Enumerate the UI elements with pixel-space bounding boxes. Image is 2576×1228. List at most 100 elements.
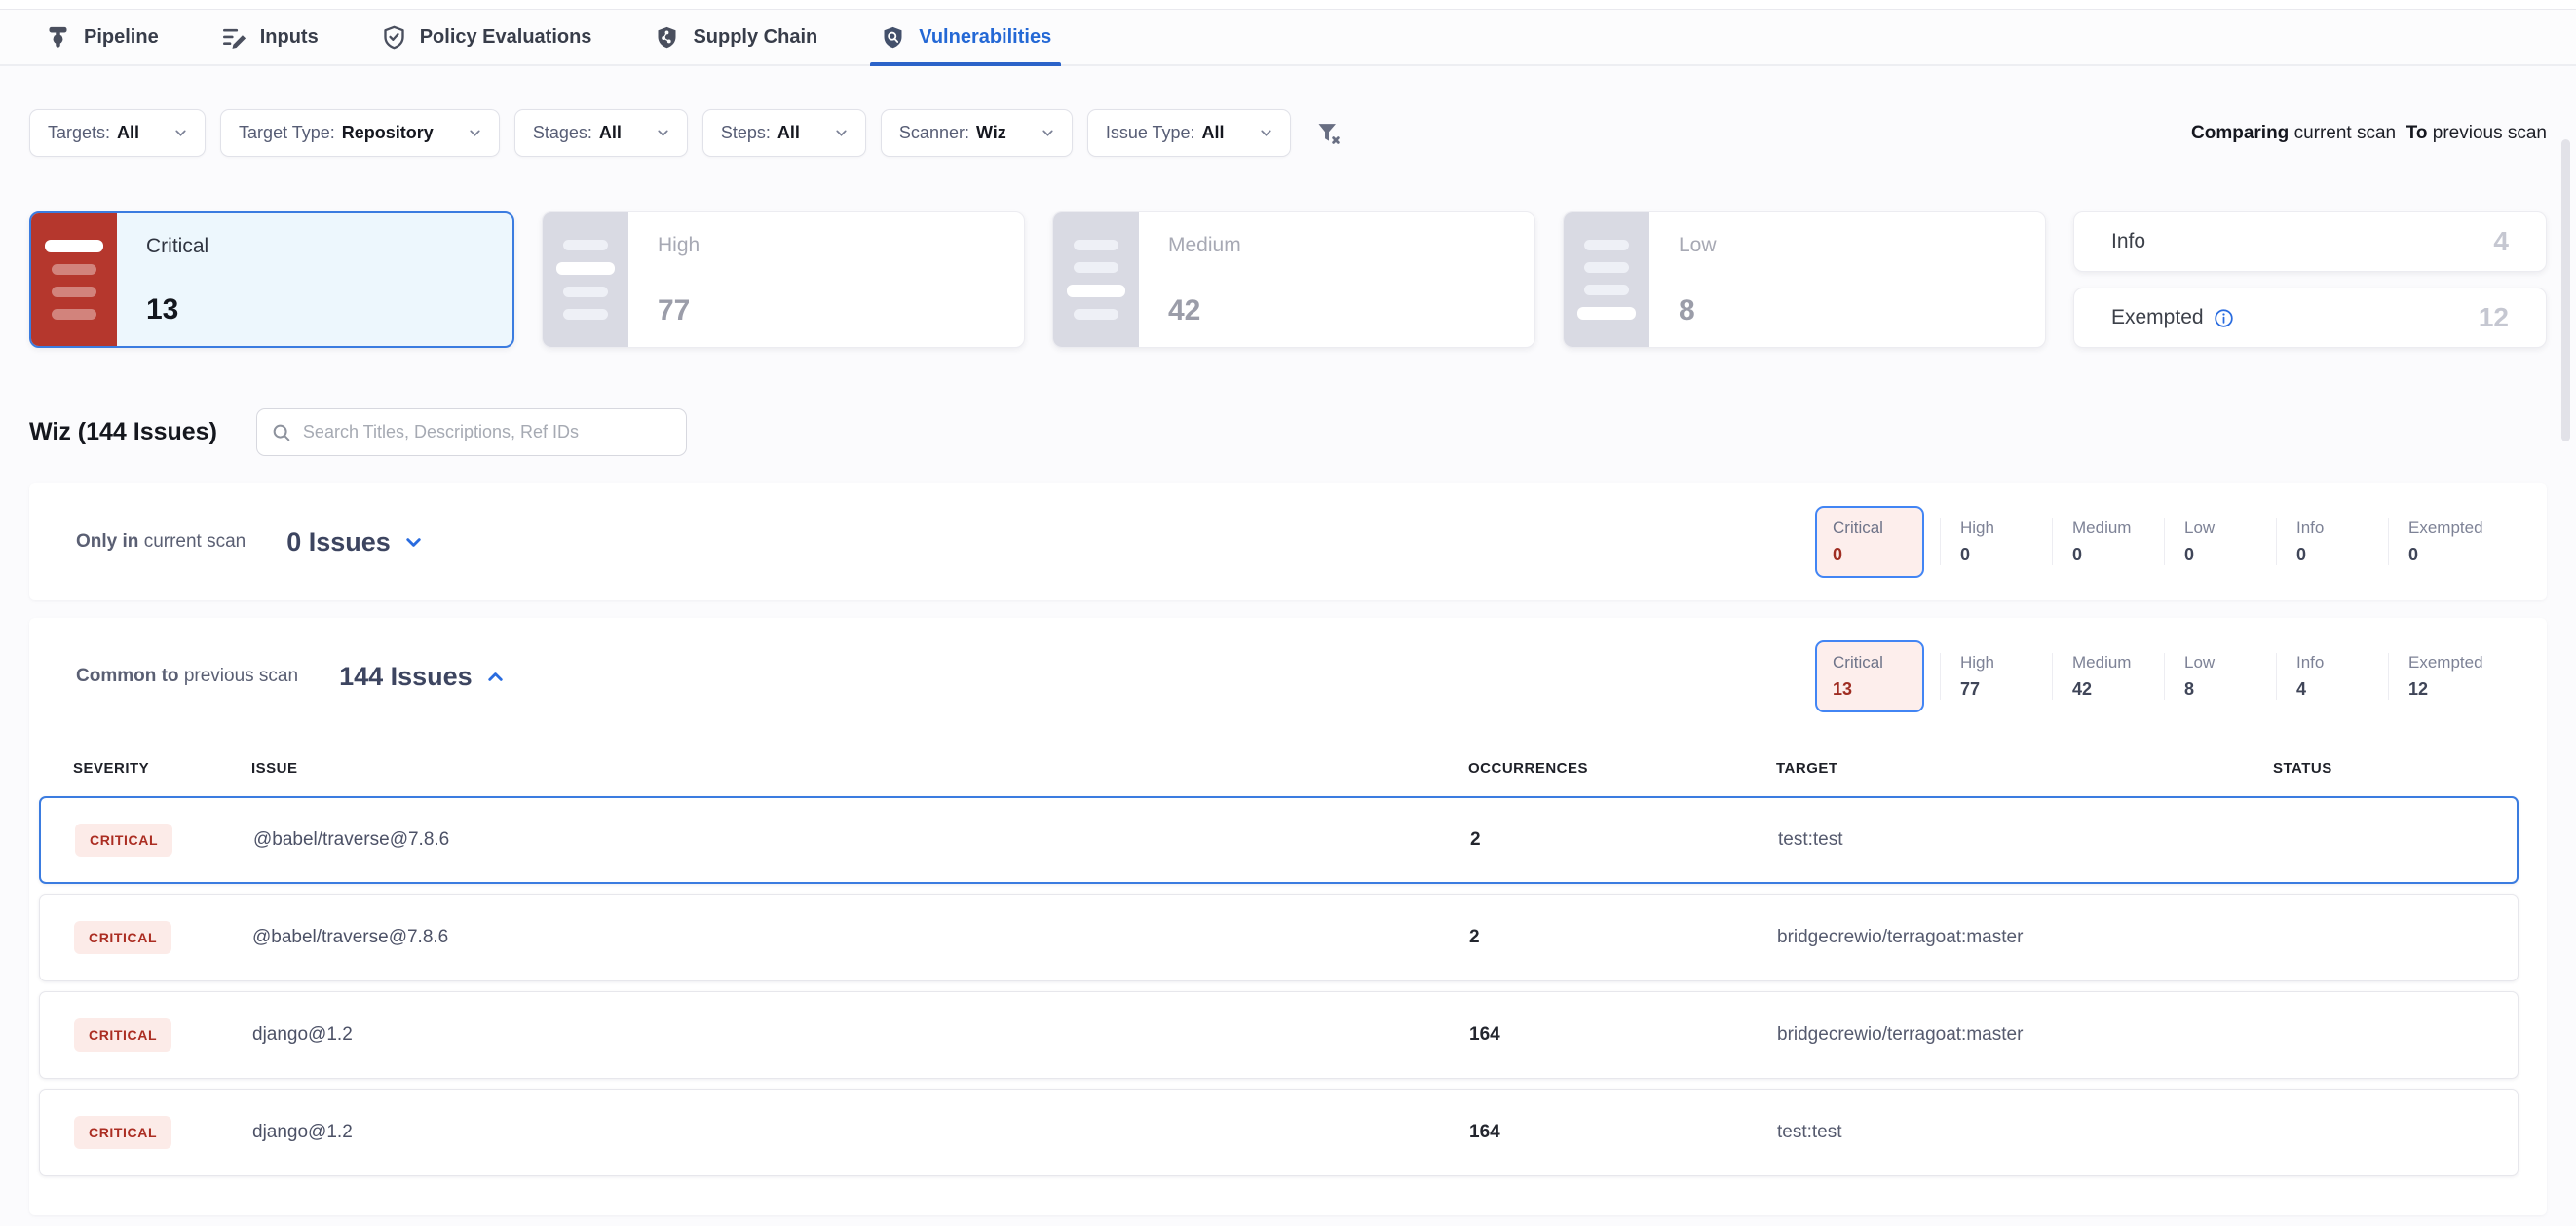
severity-chip-group: Critical 13 High 77 Medium 42 Low 8 Info bbox=[1815, 640, 2500, 712]
severity-gauge-medium-icon bbox=[1053, 212, 1139, 347]
execution-tab-bar: Pipeline Inputs Policy Evaluations Suppl… bbox=[0, 10, 2576, 66]
chevron-up-icon bbox=[484, 666, 507, 688]
chip-low[interactable]: Low 0 bbox=[2164, 518, 2276, 565]
section-only-in-current-scan: Only in current scan 0 Issues Critical 0… bbox=[29, 483, 2547, 600]
chip-exempted[interactable]: Exempted 12 bbox=[2388, 653, 2500, 700]
filter-steps[interactable]: Steps: All bbox=[702, 109, 866, 157]
tab-inputs[interactable]: Inputs bbox=[215, 10, 324, 64]
window-top-strip bbox=[0, 0, 2576, 10]
severity-gauge-low-icon bbox=[1564, 212, 1649, 347]
pipeline-icon bbox=[45, 24, 71, 51]
filter-label: Issue Type: bbox=[1106, 123, 1195, 143]
chip-medium[interactable]: Medium 42 bbox=[2052, 653, 2164, 700]
clear-filters-button[interactable] bbox=[1315, 120, 1343, 147]
table-row[interactable]: CRITICAL @babel/traverse@7.8.6 2 test:te… bbox=[39, 796, 2519, 884]
table-row[interactable]: CRITICAL django@1.2 164 test:test bbox=[39, 1089, 2519, 1176]
policy-evaluations-icon bbox=[381, 24, 407, 51]
issue-search[interactable] bbox=[256, 408, 687, 456]
tab-vulnerabilities[interactable]: Vulnerabilities bbox=[874, 10, 1057, 64]
filter-issue-type[interactable]: Issue Type: All bbox=[1087, 109, 1291, 157]
chip-medium[interactable]: Medium 0 bbox=[2052, 518, 2164, 565]
search-input[interactable] bbox=[303, 422, 672, 442]
severity-badge: CRITICAL bbox=[75, 824, 172, 857]
tab-label: Pipeline bbox=[84, 26, 159, 49]
severity-card-low[interactable]: Low 8 bbox=[1563, 211, 2046, 348]
severity-card-count: 4 bbox=[2493, 226, 2509, 257]
col-header-issue: ISSUE bbox=[251, 760, 1468, 777]
col-header-status: STATUS bbox=[2273, 760, 2519, 777]
target-cell: bridgecrewio/terragoat:master bbox=[1777, 1024, 2274, 1046]
severity-card-exempted[interactable]: Exempted 12 bbox=[2073, 288, 2547, 348]
severity-card-medium[interactable]: Medium 42 bbox=[1052, 211, 1535, 348]
vertical-scrollbar[interactable] bbox=[2561, 139, 2570, 441]
target-cell: bridgecrewio/terragoat:master bbox=[1777, 927, 2274, 948]
severity-badge: CRITICAL bbox=[74, 1018, 171, 1052]
chip-info[interactable]: Info 4 bbox=[2276, 653, 2388, 700]
occurrences-cell: 2 bbox=[1469, 927, 1777, 948]
chip-info[interactable]: Info 0 bbox=[2276, 518, 2388, 565]
section-label: Only in current scan bbox=[76, 531, 246, 553]
filter-value: All bbox=[1202, 123, 1225, 143]
issues-table-header: SEVERITY ISSUE OCCURRENCES TARGET STATUS bbox=[39, 735, 2519, 796]
occurrences-cell: 164 bbox=[1469, 1122, 1777, 1143]
table-row[interactable]: CRITICAL django@1.2 164 bridgecrewio/ter… bbox=[39, 991, 2519, 1079]
severity-card-label: Info bbox=[2111, 230, 2145, 253]
severity-card-label: High bbox=[658, 234, 700, 257]
chip-exempted[interactable]: Exempted 0 bbox=[2388, 518, 2500, 565]
tab-pipeline[interactable]: Pipeline bbox=[39, 10, 165, 64]
issue-cell: @babel/traverse@7.8.6 bbox=[253, 829, 1470, 851]
tab-label: Supply Chain bbox=[693, 26, 817, 49]
chip-low[interactable]: Low 8 bbox=[2164, 653, 2276, 700]
chevron-down-icon bbox=[467, 125, 483, 141]
search-icon bbox=[271, 422, 292, 443]
severity-card-count: 8 bbox=[1679, 294, 1717, 327]
issue-cell: @babel/traverse@7.8.6 bbox=[252, 927, 1469, 948]
severity-card-info[interactable]: Info 4 bbox=[2073, 211, 2547, 272]
inputs-icon bbox=[221, 24, 247, 51]
severity-card-label: Critical bbox=[146, 235, 208, 258]
occurrences-cell: 164 bbox=[1469, 1024, 1777, 1046]
info-icon bbox=[2214, 308, 2234, 328]
chevron-down-icon bbox=[1040, 125, 1056, 141]
tab-supply-chain[interactable]: Supply Chain bbox=[648, 10, 823, 64]
severity-card-count: 12 bbox=[2479, 302, 2509, 333]
chip-critical[interactable]: Critical 0 bbox=[1815, 506, 1924, 578]
severity-gauge-critical-icon bbox=[31, 213, 117, 346]
filter-target-type[interactable]: Target Type: Repository bbox=[220, 109, 500, 157]
severity-card-count: 42 bbox=[1168, 294, 1241, 327]
chip-critical[interactable]: Critical 13 bbox=[1815, 640, 1924, 712]
severity-card-critical[interactable]: Critical 13 bbox=[29, 211, 514, 348]
filter-row: Targets: All Target Type: Repository Sta… bbox=[29, 66, 2547, 157]
severity-card-count: 13 bbox=[146, 293, 208, 326]
severity-chip-group: Critical 0 High 0 Medium 0 Low 0 Info bbox=[1815, 506, 2500, 578]
chevron-down-icon bbox=[655, 125, 671, 141]
tab-policy-evaluations[interactable]: Policy Evaluations bbox=[375, 10, 598, 64]
supply-chain-icon bbox=[654, 24, 680, 51]
comparison-previous: previous scan bbox=[2433, 123, 2547, 143]
chevron-down-icon bbox=[402, 531, 425, 554]
filter-stages[interactable]: Stages: All bbox=[514, 109, 688, 157]
comparison-word: Comparing bbox=[2191, 123, 2289, 143]
filter-label: Targets: bbox=[48, 123, 110, 143]
section-issues-toggle[interactable]: 144 Issues bbox=[339, 662, 507, 692]
filter-value: All bbox=[117, 123, 139, 143]
chip-high[interactable]: High 0 bbox=[1940, 518, 2052, 565]
filter-value: All bbox=[777, 123, 800, 143]
issue-cell: django@1.2 bbox=[252, 1122, 1469, 1143]
filter-label: Scanner: bbox=[899, 123, 969, 143]
filter-label: Steps: bbox=[721, 123, 771, 143]
comparison-note: Comparing current scan To previous scan bbox=[2191, 123, 2547, 144]
filter-scanner[interactable]: Scanner: Wiz bbox=[881, 109, 1073, 157]
chevron-down-icon bbox=[172, 125, 189, 141]
col-header-occurrences: OCCURRENCES bbox=[1468, 760, 1776, 777]
table-row[interactable]: CRITICAL @babel/traverse@7.8.6 2 bridgec… bbox=[39, 894, 2519, 981]
issues-count-text: 0 Issues bbox=[286, 527, 391, 557]
severity-badge: CRITICAL bbox=[74, 1116, 171, 1149]
info-exempted-stack: Info 4 Exempted 12 bbox=[2073, 211, 2547, 348]
col-header-target: TARGET bbox=[1776, 760, 2273, 777]
severity-card-high[interactable]: High 77 bbox=[542, 211, 1025, 348]
filter-targets[interactable]: Targets: All bbox=[29, 109, 206, 157]
chip-high[interactable]: High 77 bbox=[1940, 653, 2052, 700]
severity-badge: CRITICAL bbox=[74, 921, 171, 954]
section-issues-toggle[interactable]: 0 Issues bbox=[286, 527, 425, 557]
